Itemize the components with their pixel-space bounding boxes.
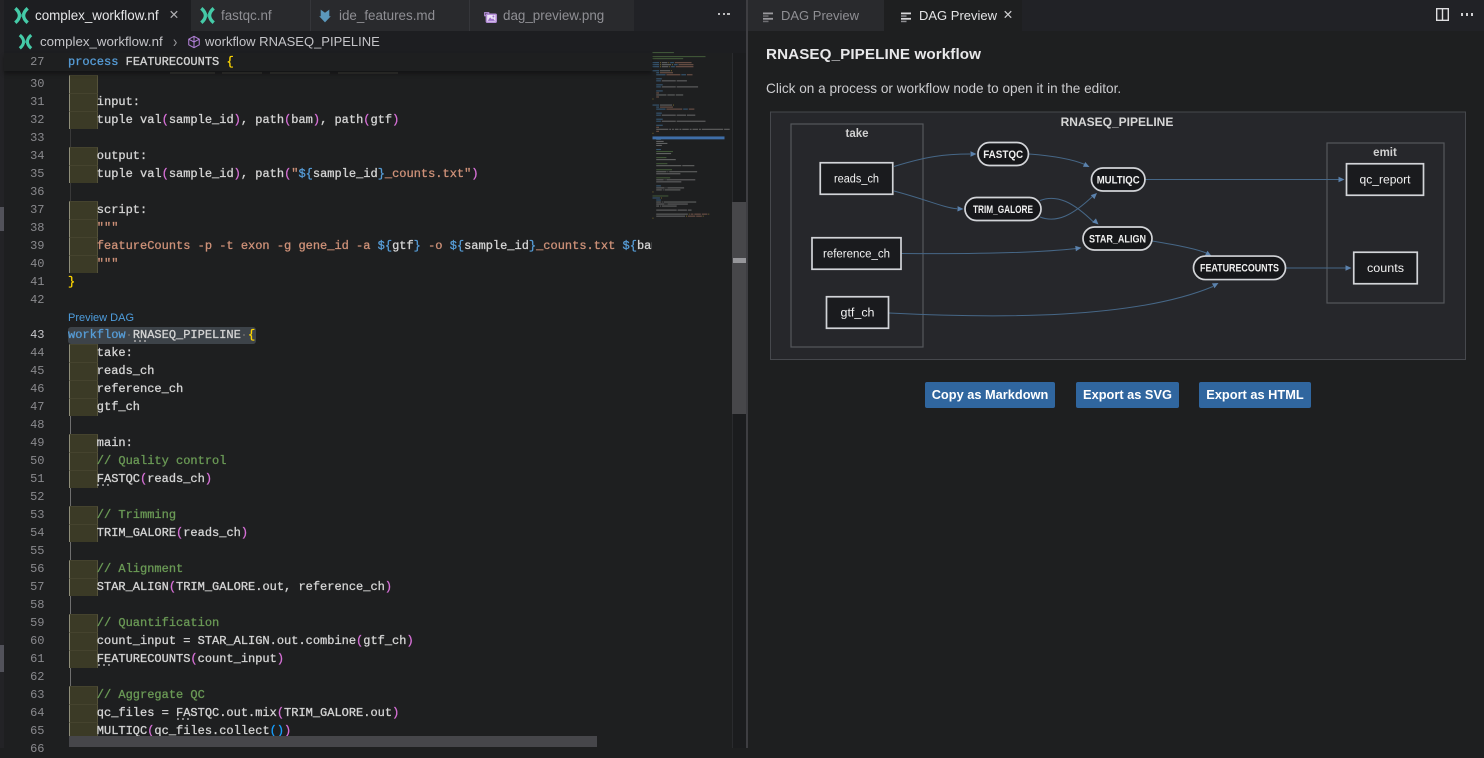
svg-text:qc_report: qc_report (1360, 174, 1412, 186)
svg-text:emit: emit (1373, 147, 1397, 159)
svg-text:RNASEQ_PIPELINE: RNASEQ_PIPELINE (1061, 115, 1174, 129)
svg-text:FEATURECOUNTS: FEATURECOUNTS (1200, 263, 1279, 275)
svg-text:reads_ch: reads_ch (834, 173, 879, 185)
svg-text:take: take (845, 128, 868, 140)
svg-text:MULTIQC: MULTIQC (1097, 174, 1140, 186)
svg-text:FASTQC: FASTQC (983, 149, 1023, 161)
svg-text:STAR_ALIGN: STAR_ALIGN (1089, 233, 1146, 245)
svg-text:gtf_ch: gtf_ch (841, 307, 875, 319)
svg-text:TRIM_GALORE: TRIM_GALORE (973, 204, 1033, 216)
svg-text:reference_ch: reference_ch (823, 248, 890, 260)
svg-text:counts: counts (1367, 263, 1404, 275)
